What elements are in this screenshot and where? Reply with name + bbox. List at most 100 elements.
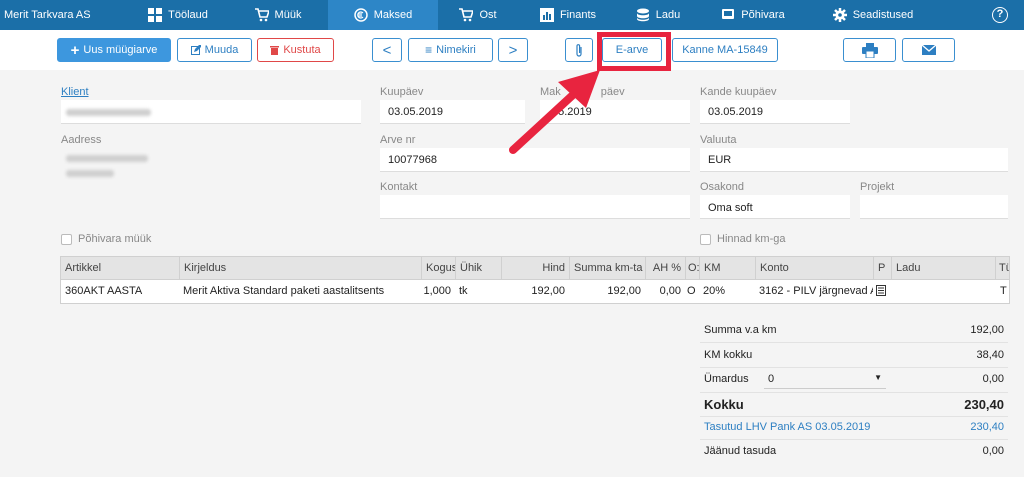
col-hind[interactable]: Hind bbox=[501, 257, 569, 279]
currency-label: Valuuta bbox=[700, 134, 737, 146]
department-value: Oma soft bbox=[708, 202, 753, 214]
paid-value: 230,40 bbox=[970, 421, 1004, 433]
edit-button[interactable]: Muuda bbox=[177, 38, 252, 62]
contact-field[interactable] bbox=[380, 195, 690, 219]
fixed-asset-sale-label: Põhivara müük bbox=[78, 233, 152, 245]
printer-icon bbox=[861, 42, 878, 58]
nav-toolaud-label: Töölaud bbox=[168, 9, 208, 21]
nav-maksed[interactable]: Maksed bbox=[328, 0, 438, 30]
nav-seadistused[interactable]: Seadistused bbox=[808, 0, 938, 30]
cell-p[interactable] bbox=[873, 280, 891, 302]
project-field[interactable] bbox=[860, 195, 1008, 219]
attachment-button[interactable] bbox=[565, 38, 593, 62]
col-konto[interactable]: Konto bbox=[755, 257, 873, 279]
col-km[interactable]: KM bbox=[699, 257, 755, 279]
col-tu[interactable]: Tü bbox=[995, 257, 1009, 279]
date-label: Kuupäev bbox=[380, 86, 424, 98]
address-line-2-redacted bbox=[66, 170, 114, 177]
entry-link-button[interactable]: Kanne MA-15849 bbox=[672, 38, 778, 62]
chevron-right-icon: > bbox=[508, 41, 518, 59]
delete-label: Kustuta bbox=[283, 44, 321, 56]
total-value: 230,40 bbox=[964, 397, 1004, 412]
invoice-number-value: 10077968 bbox=[388, 154, 437, 166]
next-button[interactable]: > bbox=[498, 38, 528, 62]
highlight-box bbox=[597, 32, 671, 71]
due-date-label: Mak päev bbox=[540, 86, 625, 98]
due-date-value: 05.2019 bbox=[552, 106, 592, 118]
cart-icon bbox=[459, 8, 474, 22]
list-label: Nimekiri bbox=[436, 44, 476, 56]
trash-icon bbox=[270, 46, 280, 55]
invoice-number-field[interactable]: 10077968 bbox=[380, 148, 690, 172]
paid-link[interactable]: Tasutud LHV Pank AS 03.05.2019 bbox=[704, 421, 870, 433]
nav-seadistused-label: Seadistused bbox=[852, 9, 914, 21]
col-kirjeldus[interactable]: Kirjeldus bbox=[179, 257, 421, 279]
delete-button[interactable]: Kustuta bbox=[257, 38, 334, 62]
sum-excl-vat-value: 192,00 bbox=[970, 324, 1004, 336]
currency-field[interactable]: EUR bbox=[700, 148, 1008, 172]
client-label[interactable]: Klient bbox=[61, 86, 89, 98]
col-ah[interactable]: AH % bbox=[645, 257, 685, 279]
previous-button[interactable]: < bbox=[372, 38, 402, 62]
new-sales-invoice-button[interactable]: + Uus müügiarve bbox=[57, 38, 171, 62]
company-name[interactable]: Merit Tarkvara AS bbox=[0, 9, 128, 21]
address-label: Aadress bbox=[61, 134, 102, 146]
nav-muuk[interactable]: Müük bbox=[228, 0, 328, 30]
department-field[interactable]: Oma soft bbox=[700, 195, 850, 219]
cell-konto: 3162 - PILV järgnevad A bbox=[759, 285, 873, 297]
date-field[interactable]: 03.05.2019 bbox=[380, 100, 525, 124]
due-date-field[interactable]: 05.2019 bbox=[540, 100, 690, 124]
rounding-select-value: 0 bbox=[768, 373, 775, 385]
help-icon[interactable]: ? bbox=[992, 7, 1008, 23]
nav-pohivara[interactable]: Põhivara bbox=[698, 0, 808, 30]
col-artikkel[interactable]: Artikkel bbox=[61, 257, 179, 279]
col-ladu[interactable]: Ladu bbox=[891, 257, 995, 279]
col-p[interactable]: P bbox=[873, 257, 891, 279]
rounding-select[interactable]: 0 ▼ bbox=[764, 369, 886, 389]
chevron-left-icon: < bbox=[382, 41, 392, 59]
database-icon bbox=[636, 8, 649, 22]
client-field[interactable] bbox=[61, 100, 361, 124]
dashboard-icon bbox=[148, 8, 163, 22]
annotation-arrow bbox=[509, 70, 600, 154]
nav-ost-label: Ost bbox=[479, 9, 497, 21]
nav-ladu[interactable]: Ladu bbox=[618, 0, 698, 30]
nav-toolaud[interactable]: Töölaud bbox=[128, 0, 228, 30]
col-kogus[interactable]: Kogus bbox=[421, 257, 455, 279]
entry-date-label: Kande kuupäev bbox=[700, 86, 777, 98]
bar-chart-icon bbox=[539, 8, 554, 22]
prices-with-vat-checkbox[interactable] bbox=[700, 234, 711, 245]
table-row[interactable]: 360AKT AASTA Merit Aktiva Standard paket… bbox=[60, 280, 1010, 304]
entry-date-field[interactable]: 03.05.2019 bbox=[700, 100, 850, 124]
remaining-value: 0,00 bbox=[982, 445, 1004, 457]
monitor-icon bbox=[722, 9, 735, 19]
invoice-number-label: Arve nr bbox=[380, 134, 416, 146]
nav-ost[interactable]: Ost bbox=[438, 0, 518, 30]
due-date-label-start: Mak bbox=[540, 86, 561, 98]
lines-table-header: Artikkel Kirjeldus Kogus Ühik Hind Summa… bbox=[60, 256, 1010, 280]
email-button[interactable] bbox=[902, 38, 955, 62]
plus-icon: + bbox=[70, 41, 80, 59]
rounding-value: 0,00 bbox=[982, 373, 1004, 385]
new-sales-invoice-label: Uus müügiarve bbox=[83, 44, 158, 56]
cell-hind: 192,00 bbox=[531, 285, 565, 297]
contact-label: Kontakt bbox=[380, 181, 418, 193]
list-button[interactable]: ≡ Nimekiri bbox=[408, 38, 493, 62]
entry-link-label: Kanne MA-15849 bbox=[682, 44, 768, 56]
col-o[interactable]: O: bbox=[685, 257, 699, 279]
edit-label: Muuda bbox=[204, 44, 239, 56]
address-field bbox=[61, 148, 361, 192]
vat-total-value: 38,40 bbox=[976, 349, 1004, 361]
paperclip-icon bbox=[576, 43, 582, 57]
divider bbox=[700, 367, 1008, 368]
toolbar: + Uus müügiarve Muuda Kustuta < ≡ Nimeki… bbox=[0, 30, 1024, 70]
col-summa-km-ta[interactable]: Summa km-ta bbox=[569, 257, 645, 279]
chevron-down-icon: ▼ bbox=[874, 373, 882, 382]
col-uhik[interactable]: Ühik bbox=[455, 257, 501, 279]
list-icon: ≡ bbox=[425, 43, 433, 57]
entry-date-value: 03.05.2019 bbox=[708, 106, 764, 118]
print-button[interactable] bbox=[843, 38, 896, 62]
cell-kirjeldus: Merit Aktiva Standard paketi aastalitsen… bbox=[183, 285, 385, 297]
nav-finants[interactable]: Finants bbox=[518, 0, 618, 30]
fixed-asset-sale-checkbox[interactable] bbox=[61, 234, 72, 245]
